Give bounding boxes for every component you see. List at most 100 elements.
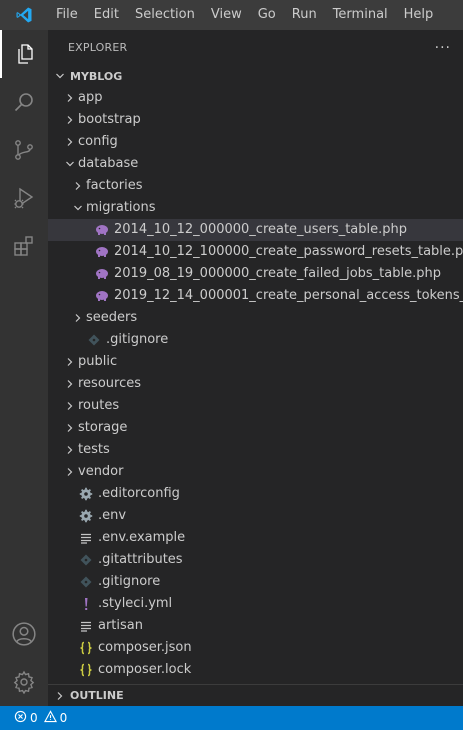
file-item[interactable]: composer.json bbox=[48, 637, 463, 659]
menu-item-edit[interactable]: Edit bbox=[86, 0, 127, 30]
manage-gear-icon[interactable] bbox=[0, 658, 48, 706]
tree-item-label: composer.json bbox=[98, 640, 192, 655]
account-icon[interactable] bbox=[0, 610, 48, 658]
tree-item-label: .gitattributes bbox=[98, 552, 183, 567]
file-item[interactable]: .env bbox=[48, 505, 463, 527]
tree-item-label: config bbox=[78, 134, 118, 149]
more-actions-icon[interactable]: ··· bbox=[435, 40, 451, 56]
folder-item-database[interactable]: database bbox=[48, 153, 463, 175]
folder-item-resources[interactable]: resources bbox=[48, 373, 463, 395]
warning-icon bbox=[43, 710, 57, 726]
tree-item-label: 2014_10_12_100000_create_password_resets… bbox=[114, 244, 463, 259]
folder-item-bootstrap[interactable]: bootstrap bbox=[48, 109, 463, 131]
folder-item-public[interactable]: public bbox=[48, 351, 463, 373]
tree-item-label: resources bbox=[78, 376, 142, 391]
menu-item-view[interactable]: View bbox=[203, 0, 250, 30]
tree-item-label: .env bbox=[98, 508, 127, 523]
extensions-icon[interactable] bbox=[0, 222, 48, 270]
menu-item-selection[interactable]: Selection bbox=[127, 0, 203, 30]
git-file-icon bbox=[86, 329, 102, 351]
php-elephant-icon bbox=[94, 219, 110, 241]
tree-item-label: 2019_12_14_000001_create_personal_access… bbox=[114, 288, 463, 303]
outline-section-header[interactable]: OUTLINE bbox=[48, 684, 463, 706]
tree-item-label: tests bbox=[78, 442, 110, 457]
settings-file-icon bbox=[78, 505, 94, 527]
folder-item-tests[interactable]: tests bbox=[48, 439, 463, 461]
file-item[interactable]: .gitignore bbox=[48, 329, 463, 351]
folder-item-vendor[interactable]: vendor bbox=[48, 461, 463, 483]
chevron-right-icon bbox=[52, 691, 68, 701]
folder-item-routes[interactable]: routes bbox=[48, 395, 463, 417]
activity-bar bbox=[0, 30, 48, 706]
tree-item-label: artisan bbox=[98, 618, 143, 633]
chevron-right-icon bbox=[62, 109, 78, 131]
file-item[interactable]: 2014_10_12_000000_create_users_table.php bbox=[48, 219, 463, 241]
chevron-right-icon bbox=[62, 439, 78, 461]
file-item[interactable]: .editorconfig bbox=[48, 483, 463, 505]
outline-label: OUTLINE bbox=[70, 689, 124, 702]
chevron-right-icon bbox=[62, 131, 78, 153]
tree-item-label: .gitignore bbox=[98, 574, 161, 589]
tree-item-label: app bbox=[78, 90, 103, 105]
menu-item-help[interactable]: Help bbox=[396, 0, 442, 30]
menu-item-file[interactable]: File bbox=[48, 0, 86, 30]
explorer-sidebar: EXPLORER ··· MYBLOG app bootstrap config da… bbox=[48, 30, 463, 706]
file-tree: app bootstrap config database factories migra… bbox=[48, 87, 463, 681]
settings-file-icon bbox=[78, 483, 94, 505]
tree-item-label: composer.lock bbox=[98, 662, 192, 677]
warning-count: 0 bbox=[59, 711, 68, 725]
search-icon[interactable] bbox=[0, 78, 48, 126]
file-item[interactable]: .gitattributes bbox=[48, 549, 463, 571]
error-count: 0 bbox=[30, 711, 38, 725]
file-item[interactable]: artisan bbox=[48, 615, 463, 637]
json-file-icon bbox=[78, 637, 94, 659]
explorer-icon[interactable] bbox=[0, 30, 48, 78]
folder-item-migrations[interactable]: migrations bbox=[48, 197, 463, 219]
menu-item-terminal[interactable]: Terminal bbox=[325, 0, 396, 30]
problems-indicator[interactable]: 0 0 bbox=[14, 710, 67, 726]
source-control-icon[interactable] bbox=[0, 126, 48, 174]
folder-item-config[interactable]: config bbox=[48, 131, 463, 153]
sidebar-title: EXPLORER bbox=[68, 41, 128, 54]
tree-item-label: 2019_08_19_000000_create_failed_jobs_tab… bbox=[114, 266, 441, 281]
php-elephant-icon bbox=[94, 241, 110, 263]
tree-item-label: vendor bbox=[78, 464, 124, 479]
chevron-down-icon bbox=[70, 197, 86, 219]
chevron-right-icon bbox=[70, 175, 86, 197]
chevron-down-icon bbox=[52, 71, 68, 81]
yaml-file-icon bbox=[78, 593, 94, 615]
file-item[interactable]: .styleci.yml bbox=[48, 593, 463, 615]
chevron-right-icon bbox=[62, 417, 78, 439]
text-file-icon bbox=[78, 527, 94, 549]
file-item[interactable]: composer.lock bbox=[48, 659, 463, 681]
file-item[interactable]: 2019_12_14_000001_create_personal_access… bbox=[48, 285, 463, 307]
folder-item-seeders[interactable]: seeders bbox=[48, 307, 463, 329]
menu-item-go[interactable]: Go bbox=[250, 0, 284, 30]
folder-item-factories[interactable]: factories bbox=[48, 175, 463, 197]
tree-item-label: .editorconfig bbox=[98, 486, 180, 501]
folder-item-storage[interactable]: storage bbox=[48, 417, 463, 439]
tree-item-label: .styleci.yml bbox=[98, 596, 173, 611]
menu-bar: File Edit Selection View Go Run Terminal Help bbox=[48, 0, 441, 30]
sidebar-header: EXPLORER ··· bbox=[48, 30, 463, 65]
tree-item-label: 2014_10_12_000000_create_users_table.php bbox=[114, 222, 407, 237]
file-item[interactable]: 2019_08_19_000000_create_failed_jobs_tab… bbox=[48, 263, 463, 285]
menu-item-run[interactable]: Run bbox=[284, 0, 325, 30]
file-item[interactable]: 2014_10_12_100000_create_password_resets… bbox=[48, 241, 463, 263]
run-debug-icon[interactable] bbox=[0, 174, 48, 222]
folder-item-app[interactable]: app bbox=[48, 87, 463, 109]
error-icon bbox=[14, 710, 27, 726]
workspace-folder-header[interactable]: MYBLOG bbox=[48, 65, 463, 87]
file-item[interactable]: .gitignore bbox=[48, 571, 463, 593]
file-item[interactable]: .env.example bbox=[48, 527, 463, 549]
tree-item-label: storage bbox=[78, 420, 128, 435]
